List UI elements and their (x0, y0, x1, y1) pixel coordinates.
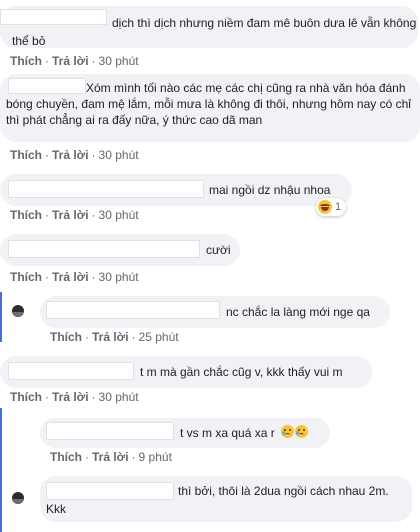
comment-actions: Thích · Trả lời · 9 phút (50, 450, 172, 464)
redacted-author (46, 482, 174, 500)
comment-actions: Thích · Trả lời · 30 phút (10, 54, 139, 68)
reply-link[interactable]: Trả lời (52, 148, 89, 162)
comment-actions: Thích · Trả lời · 30 phút (10, 270, 139, 284)
crying-emoji-icon (295, 425, 308, 438)
redacted-author (8, 362, 134, 380)
like-link[interactable]: Thích (50, 330, 82, 344)
reply-link[interactable]: Trả lời (52, 208, 89, 222)
timestamp: 9 phút (138, 450, 172, 464)
redacted-author (8, 240, 200, 258)
comment-actions: Thích · Trả lời · 25 phút (50, 330, 179, 344)
timestamp: 30 phút (98, 148, 139, 162)
comment-text: t m mà gần chắc cũg v, kkk thấy vui m (140, 365, 343, 379)
redacted-author (46, 422, 174, 440)
timestamp: 30 phút (98, 390, 139, 404)
like-link[interactable]: Thích (10, 208, 42, 222)
timestamp: 30 phút (98, 208, 139, 222)
like-link[interactable]: Thích (10, 148, 42, 162)
comment-text: mai ngồi dz nhậu nhoa (209, 183, 331, 197)
comment-actions: Thích · Trả lời · 30 phút (10, 208, 139, 222)
reaction-count: 1 (335, 201, 342, 213)
laughing-emoji-icon (318, 200, 332, 214)
comment-actions: Thích · Trả lời · 30 phút (10, 148, 139, 162)
timestamp: 30 phút (98, 270, 139, 284)
like-link[interactable]: Thích (10, 270, 42, 284)
avatar[interactable] (12, 492, 24, 504)
redacted-author (8, 180, 204, 198)
redacted-author (8, 78, 86, 94)
reply-thread-line (0, 292, 2, 342)
reply-link[interactable]: Trả lời (92, 450, 129, 464)
timestamp: 25 phút (138, 330, 179, 344)
comment-text: t vs m xa quá xa r (180, 426, 275, 440)
redacted-author (46, 301, 220, 319)
avatar[interactable] (12, 305, 24, 317)
comment-actions: Thích · Trả lời · 30 phút (10, 390, 139, 404)
redacted-author (0, 9, 107, 25)
reaction-badge[interactable]: 1 (316, 198, 347, 216)
comment-text: cười (206, 243, 231, 257)
comment-text: Kkk (46, 502, 67, 516)
reply-link[interactable]: Trả lời (92, 330, 129, 344)
reply-link[interactable]: Trả lời (52, 270, 89, 284)
like-link[interactable]: Thích (10, 54, 42, 68)
reply-thread-line (0, 408, 2, 532)
timestamp: 30 phút (98, 54, 139, 68)
like-link[interactable]: Thích (10, 390, 42, 404)
comment-text: nc chắc la làng mới nge qa (226, 305, 370, 319)
like-link[interactable]: Thích (50, 450, 82, 464)
comment-text: thì bởi, thôi là 2dua ngồi cách nhau 2m. (178, 484, 389, 498)
crying-emoji-icon (281, 425, 294, 438)
reply-link[interactable]: Trả lời (52, 54, 89, 68)
reply-link[interactable]: Trả lời (52, 390, 89, 404)
